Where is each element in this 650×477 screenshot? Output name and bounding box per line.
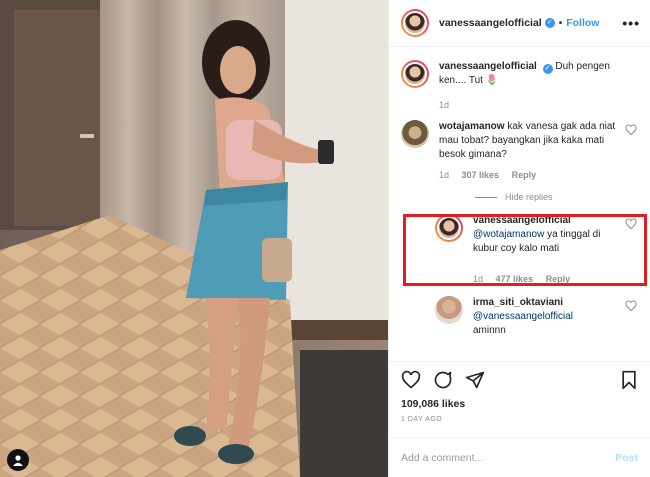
comment-likes[interactable]: 307 likes <box>462 170 500 180</box>
caption-body: vanessaangelofficial ✓ Duh pengen ken...… <box>439 60 638 112</box>
red-highlight-box <box>403 214 647 286</box>
post-comment-button[interactable]: Post <box>615 452 638 464</box>
like-comment-heart-icon[interactable] <box>624 300 638 312</box>
caption: vanessaangelofficial ✓ Duh pengen ken...… <box>401 60 638 112</box>
comment-time[interactable]: 1d <box>439 170 449 180</box>
comment-body: irma_siti_oktaviani @vanessaangelofficia… <box>473 296 624 338</box>
verified-badge-icon: ✓ <box>542 64 553 74</box>
bookmark-icon[interactable] <box>620 370 638 390</box>
action-icons <box>389 362 650 398</box>
comment-icon[interactable] <box>433 370 453 390</box>
caption-avatar[interactable] <box>401 60 429 88</box>
caption-time[interactable]: 1d <box>439 100 449 110</box>
add-comment-input[interactable] <box>401 451 616 464</box>
add-comment-bar: Post <box>389 437 650 477</box>
hide-replies-label: Hide replies <box>505 192 553 202</box>
photo-illustration <box>0 0 388 477</box>
comment-username[interactable]: irma_siti_oktaviani <box>473 297 563 308</box>
like-comment-heart-icon[interactable] <box>624 124 638 136</box>
post-side-panel: vanessaangelofficial ✓ • Follow ••• vane… <box>388 0 650 477</box>
hide-replies-toggle[interactable]: Hide replies <box>475 192 638 202</box>
likes-count[interactable]: 109,086 likes <box>389 398 650 410</box>
post-actions: 109,086 likes 1 DAY AGO Post <box>389 361 650 477</box>
user-tag-icon[interactable] <box>7 449 29 471</box>
instagram-post-view: vanessaangelofficial ✓ • Follow ••• vane… <box>0 0 650 477</box>
header-username[interactable]: vanessaangelofficial <box>439 17 542 29</box>
post-timestamp[interactable]: 1 DAY AGO <box>389 410 650 423</box>
post-photo[interactable] <box>0 0 388 477</box>
comment-item: wotajamanow kak vanesa gak ada niat mau … <box>401 120 638 182</box>
comment-mention[interactable]: @vanessaangelofficial <box>473 311 573 322</box>
caption-username[interactable]: vanessaangelofficial <box>439 61 537 72</box>
verified-badge-icon: ✓ <box>544 18 555 28</box>
comment-username[interactable]: wotajamanow <box>439 121 505 132</box>
share-icon[interactable] <box>465 370 485 390</box>
profile-avatar[interactable] <box>401 9 429 37</box>
comment-text: aminnn <box>473 325 506 336</box>
more-options-icon[interactable]: ••• <box>622 15 640 31</box>
follow-button[interactable]: Follow <box>566 17 599 29</box>
post-header: vanessaangelofficial ✓ • Follow ••• <box>389 0 650 47</box>
comment-body: wotajamanow kak vanesa gak ada niat mau … <box>439 120 624 182</box>
commenter-avatar[interactable] <box>435 296 463 324</box>
commenter-avatar[interactable] <box>401 120 429 148</box>
like-heart-icon[interactable] <box>401 370 421 390</box>
comment-reply-button[interactable]: Reply <box>512 170 537 180</box>
comment-item: irma_siti_oktaviani @vanessaangelofficia… <box>435 296 638 338</box>
comments-list[interactable]: vanessaangelofficial ✓ Duh pengen ken...… <box>389 48 650 360</box>
hide-replies-line <box>475 196 497 198</box>
header-separator: • <box>558 17 563 29</box>
